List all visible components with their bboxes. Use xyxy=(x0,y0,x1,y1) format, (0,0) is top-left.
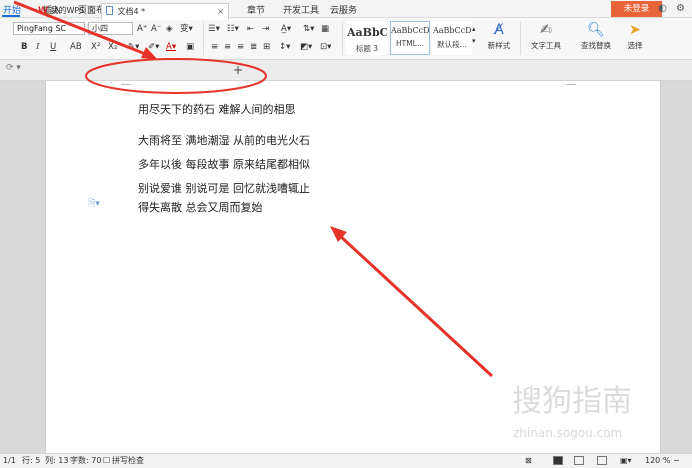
page-indicator[interactable]: 1/1 xyxy=(3,454,16,467)
select-label: 选择 xyxy=(627,41,643,50)
word-count[interactable]: 字数: 70 xyxy=(70,454,101,467)
watermark-logo: 搜狗指南 xyxy=(512,384,632,419)
style-html[interactable]: AaBbCcDı HTML... xyxy=(390,21,430,55)
active-tab-indicator xyxy=(2,15,20,17)
italic-button[interactable]: I xyxy=(36,41,39,53)
spell-check-toggle[interactable]: 拼写检查 xyxy=(112,454,144,467)
align-center-icon[interactable]: ≡ xyxy=(224,41,231,53)
text-line[interactable]: 大雨将至 满地潮湿 从前的电光火石 xyxy=(138,132,310,148)
sort-icon[interactable]: ⇅▾ xyxy=(303,23,314,35)
find-replace-label: 查找替换 xyxy=(581,41,611,50)
spell-check-box-icon[interactable]: ☐ xyxy=(103,454,110,467)
text-tools-label: 文字工具 xyxy=(531,41,561,50)
text-line[interactable]: 用尽天下的药石 难解人间的相思 xyxy=(138,101,296,117)
tab-chapter[interactable]: 章节 xyxy=(247,3,265,16)
wps-logo-icon: W xyxy=(38,6,48,16)
char-shading-icon[interactable]: ▣ xyxy=(186,41,194,53)
login-button[interactable]: 未登录 xyxy=(611,1,662,17)
bold-button[interactable]: B xyxy=(21,41,27,53)
new-style-button[interactable]: A̸ 新样式 xyxy=(482,20,516,51)
shading-icon[interactable]: ◩▾ xyxy=(300,41,312,53)
document-tab-bar xyxy=(0,60,692,81)
grow-font-button[interactable]: A⁺ xyxy=(137,23,147,35)
style-heading3[interactable]: AaBbC 标题 3 xyxy=(346,21,388,55)
new-style-icon: A̸ xyxy=(494,22,504,38)
style-preview: AaBbCcDı xyxy=(391,26,429,35)
find-replace-button[interactable]: 🔍︎ 查找替换 xyxy=(574,20,618,51)
ribbon-toolbar: PingFang SC 小四 A⁺ A⁻ ◈ 变▾ B I U AB X² X₂… xyxy=(0,18,692,60)
document-icon xyxy=(106,6,113,15)
superscript-button[interactable]: X² xyxy=(91,41,100,53)
style-default-paragraph[interactable]: AaBbCcDı 默认段... xyxy=(432,21,472,55)
text-line[interactable]: 得失离散 总会又周而复始 xyxy=(138,199,263,215)
text-line[interactable]: 别说爱谁 别说可是 回忆就浅嘈辄止 xyxy=(138,180,310,196)
shrink-font-button[interactable]: A⁻ xyxy=(151,23,161,35)
page-view-icon[interactable] xyxy=(553,456,563,465)
close-icon[interactable]: × xyxy=(217,4,224,19)
bullets-icon[interactable]: ☰▾ xyxy=(208,23,220,35)
style-preview: AaBbCcDı xyxy=(433,26,471,35)
row-indicator: 行: 5 xyxy=(22,456,41,465)
strikethrough-button[interactable]: AB xyxy=(70,41,82,53)
highlight-icon[interactable]: ✎▾ xyxy=(128,41,139,53)
line-spacing-icon[interactable]: ↕▾ xyxy=(279,41,290,53)
ribbon-separator xyxy=(203,21,204,55)
focus-mode-icon[interactable]: ⊠ xyxy=(525,454,532,467)
tab-label: 我的WPS xyxy=(50,6,85,15)
pen-icon[interactable]: ✐▾ xyxy=(148,41,159,53)
align-left-icon[interactable]: ≡ xyxy=(211,41,218,53)
tab-nav-icon[interactable]: ⟳ ▾ xyxy=(6,63,21,73)
text-line[interactable]: 多年以後 每段故事 原来结尾都相似 xyxy=(138,156,310,172)
close-icon[interactable]: × xyxy=(88,3,95,18)
outline-view-icon[interactable] xyxy=(574,456,584,465)
font-size-select[interactable]: 小四 xyxy=(88,22,133,35)
reading-mode-icon[interactable]: ▣▾ xyxy=(620,454,632,467)
indent-increase-icon[interactable]: ⇥ xyxy=(262,23,269,35)
select-button[interactable]: ➤ 选择 xyxy=(620,20,650,51)
margin-mark xyxy=(566,84,576,85)
border-icon[interactable]: ⊡▾ xyxy=(320,41,331,53)
ribbon-separator xyxy=(520,21,521,55)
indent-decrease-icon[interactable]: ⇤ xyxy=(247,23,254,35)
web-view-icon[interactable] xyxy=(597,456,607,465)
numbering-icon[interactable]: ☷▾ xyxy=(227,23,239,35)
margin-mark xyxy=(121,84,131,85)
tab-my-wps[interactable]: W 我的WPS × xyxy=(34,3,99,20)
ribbon-separator xyxy=(342,21,343,55)
window-controls[interactable]: ◐ ⚙ xyxy=(658,3,688,14)
style-label: 默认段... xyxy=(437,40,467,49)
distribute-icon[interactable]: ⊞ xyxy=(263,41,270,53)
subscript-button[interactable]: X₂ xyxy=(108,41,117,53)
watermark-url: zhinan.sogou.com xyxy=(513,426,623,440)
align-right-icon[interactable]: ≡ xyxy=(237,41,244,53)
font-name-select[interactable]: PingFang SC xyxy=(13,22,85,35)
style-label: 标题 3 xyxy=(355,44,379,53)
underline-button[interactable]: U xyxy=(50,41,56,53)
clear-format-icon[interactable]: ◈ xyxy=(166,23,173,35)
tab-developer[interactable]: 开发工具 xyxy=(283,3,319,16)
pinyin-icon[interactable]: 变▾ xyxy=(180,23,193,35)
new-style-label: 新样式 xyxy=(487,41,511,50)
find-replace-icon: 🔍︎ xyxy=(587,22,605,38)
status-bar: 1/1 行: 5 列: 13 字数: 70 ☐ 拼写检查 ⊠ ▣▾ 120 % … xyxy=(0,453,692,468)
cursor-icon: ➤ xyxy=(629,22,641,38)
style-preview: AaBbC xyxy=(347,26,387,39)
column-indicator: 列: 13 xyxy=(45,456,69,465)
text-tools-button[interactable]: ✍ 文字工具 xyxy=(525,20,567,51)
paragraph-menu-icon[interactable]: 🗎︎▾ xyxy=(88,196,100,212)
tab-document[interactable]: 文档4 * × xyxy=(101,3,229,20)
table-icon[interactable]: ▦ xyxy=(321,23,329,35)
tab-label: 文档4 * xyxy=(117,7,146,16)
justify-icon[interactable]: ≣ xyxy=(250,41,257,53)
style-scroll-icon[interactable]: ▴ ▾ xyxy=(472,23,476,47)
font-color-icon[interactable]: A▾ xyxy=(166,41,176,53)
tab-cloud[interactable]: 云服务 xyxy=(330,3,357,16)
zoom-level[interactable]: 120 % xyxy=(645,454,670,467)
style-label: HTML... xyxy=(395,39,425,48)
text-direction-icon[interactable]: A̲▾ xyxy=(281,23,291,35)
zoom-out-icon[interactable]: − xyxy=(673,454,680,467)
text-tools-icon: ✍ xyxy=(540,22,552,38)
new-tab-button[interactable]: + xyxy=(233,63,243,77)
